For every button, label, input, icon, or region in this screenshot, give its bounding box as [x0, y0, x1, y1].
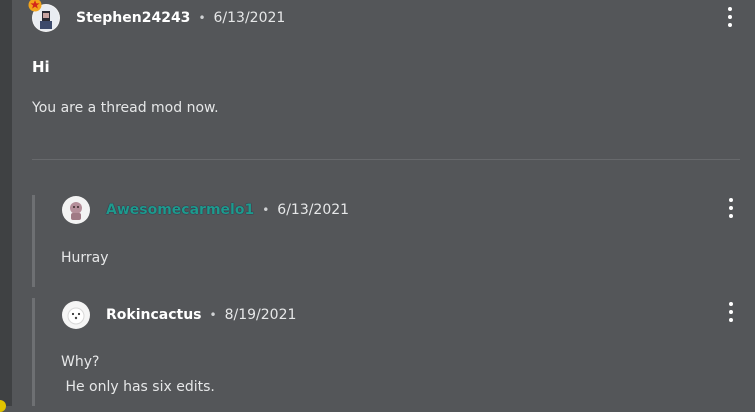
reply-avatar[interactable] [62, 196, 90, 224]
reply-author[interactable]: Rokincactus [106, 307, 202, 323]
more-options-icon[interactable] [726, 302, 736, 322]
post-title: Hi [32, 58, 50, 76]
message-thread: Stephen24243 • 6/13/2021 Hi You are a th… [28, 0, 755, 406]
post-date: 6/13/2021 [213, 10, 286, 26]
separator-dot: • [209, 308, 217, 322]
avatar-icon [63, 302, 89, 328]
reply-date: 8/19/2021 [224, 307, 297, 323]
reply-date: 6/13/2021 [277, 202, 350, 218]
reply-indent-bar [32, 298, 35, 406]
author-name[interactable]: Stephen24243 [76, 10, 190, 26]
reply-author[interactable]: Awesomecarmelo1 [106, 202, 254, 218]
author-avatar[interactable] [28, 0, 60, 32]
reply-body: Hurray [61, 250, 109, 266]
separator-dot: • [198, 11, 206, 25]
reply-indent-bar [32, 195, 35, 287]
left-rail [0, 0, 12, 412]
reply-header: Rokincactus • 8/19/2021 [62, 295, 296, 335]
reply-header: Awesomecarmelo1 • 6/13/2021 [62, 190, 349, 230]
rail-indicator [0, 400, 6, 412]
post-header: Stephen24243 • 6/13/2021 [28, 0, 286, 38]
separator-dot: • [262, 203, 270, 217]
avatar-icon [63, 197, 89, 223]
reply-body-line: Why? [61, 354, 100, 370]
more-options-icon[interactable] [725, 7, 735, 27]
post-body: You are a thread mod now. [32, 100, 219, 116]
reply-body-line: He only has six edits. [61, 379, 215, 395]
reply-avatar[interactable] [62, 301, 90, 329]
star-badge-icon [28, 0, 42, 12]
divider [32, 159, 740, 160]
more-options-icon[interactable] [726, 198, 736, 218]
